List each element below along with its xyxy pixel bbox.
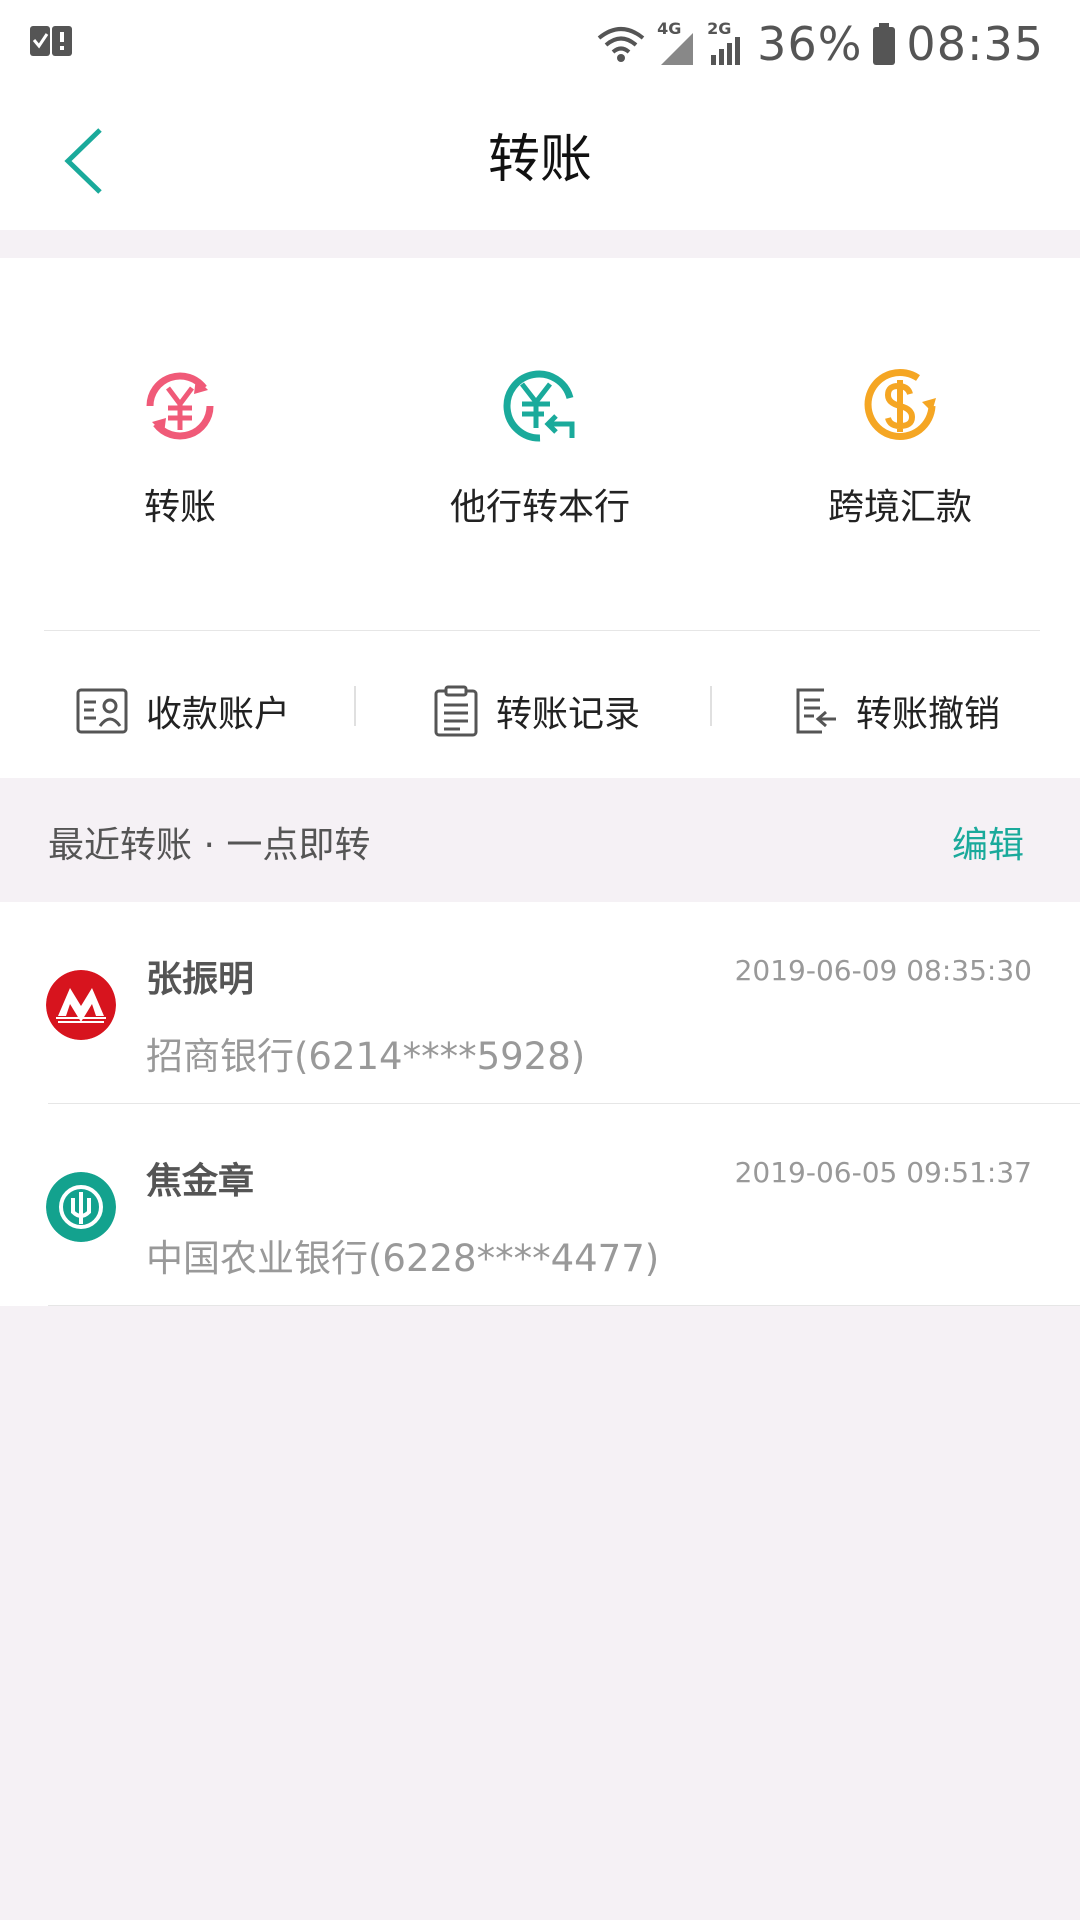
separator (354, 686, 356, 726)
payee-account-icon (76, 688, 128, 734)
page-title: 转账 (487, 130, 592, 190)
transfer-time: 2019-06-09 08:35:30 (734, 954, 1032, 987)
app-header: 转账 (0, 90, 1080, 230)
divider (44, 630, 1040, 631)
battery-icon (873, 23, 896, 65)
service-cross-border[interactable]: 跨境汇款 (740, 358, 1060, 530)
payee-name: 张振明 (146, 959, 255, 1000)
divider (48, 1305, 1080, 1306)
payee-account: 招商银行(6214****5928) (146, 1035, 586, 1078)
revoke-transfer-icon (796, 688, 836, 734)
transfer-time: 2019-06-05 09:51:37 (734, 1156, 1032, 1189)
recent-transfers-header: 最近转账 · 一点即转 编辑 (0, 778, 1080, 902)
dollar-remit-icon (864, 368, 936, 440)
list-item[interactable]: 张振明 2019-06-09 08:35:30 招商银行(6214****592… (0, 902, 1080, 1104)
recent-transfers-list: 张振明 2019-06-09 08:35:30 招商银行(6214****592… (0, 902, 1080, 1306)
signal-2g-icon: 2G (707, 19, 747, 69)
service-transfer[interactable]: 转账 (20, 358, 340, 530)
status-bar: 4G 2G 36% 08:35 (0, 0, 1080, 90)
revoke-transfer-link[interactable]: 转账撤销 (794, 658, 1000, 764)
service-label: 转账 (143, 487, 216, 528)
payee-account: 中国农业银行(6228****4477) (146, 1237, 660, 1280)
yuan-receive-icon (503, 370, 575, 442)
cmb-logo-icon (46, 970, 116, 1040)
battery-percent: 36% (757, 17, 863, 71)
separator (710, 686, 712, 726)
section-title: 最近转账 · 一点即转 (48, 825, 371, 866)
clock: 08:35 (906, 17, 1044, 71)
service-label: 他行转本行 (449, 487, 630, 528)
wifi-icon (597, 27, 645, 62)
yuan-transfer-icon (146, 372, 214, 440)
quick-link-label: 收款账户 (146, 694, 291, 735)
transfer-services-panel: 转账 他行转本行 跨境汇款 收款账户 转账记录 转账撤销 (0, 258, 1080, 778)
payee-name: 焦金章 (146, 1161, 255, 1202)
edit-button[interactable]: 编辑 (952, 816, 1024, 868)
abc-logo-icon (46, 1172, 116, 1242)
service-interbank-transfer[interactable]: 他行转本行 (380, 358, 700, 530)
signal-4g-icon: 4G (657, 19, 697, 69)
transfer-records-link[interactable]: 转账记录 (434, 658, 640, 764)
quick-link-label: 转账记录 (496, 694, 641, 735)
list-item[interactable]: 焦金章 2019-06-05 09:51:37 中国农业银行(6228****4… (0, 1104, 1080, 1306)
clipboard-record-icon (434, 685, 478, 737)
notification-icon (30, 22, 74, 62)
payee-accounts-link[interactable]: 收款账户 (76, 658, 290, 764)
service-label: 跨境汇款 (827, 487, 972, 528)
quick-link-label: 转账撤销 (856, 694, 1001, 735)
